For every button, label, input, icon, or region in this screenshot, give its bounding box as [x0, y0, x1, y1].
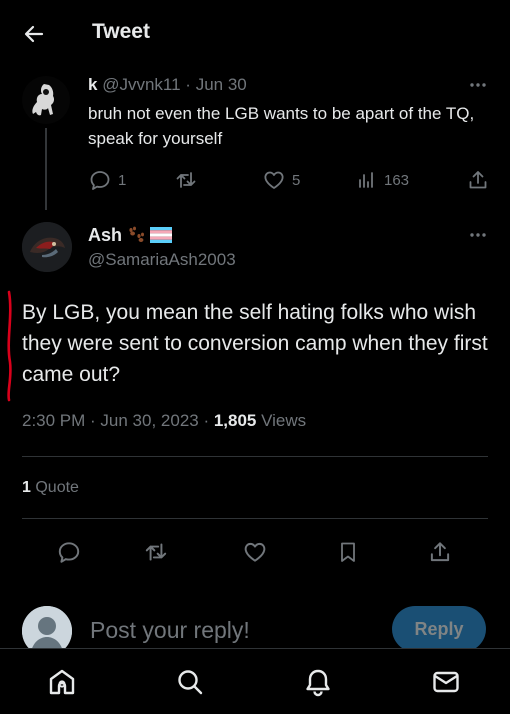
parent-tweet-text: bruh not even the LGB wants to be apart … [88, 104, 475, 148]
share-icon [469, 171, 487, 189]
paw-prints-emoji-icon [129, 226, 145, 242]
divider [22, 518, 488, 519]
bookmark-button[interactable] [332, 536, 364, 568]
parent-share-button[interactable] [466, 166, 490, 194]
notifications-icon [306, 669, 330, 697]
reply-icon [58, 542, 80, 563]
parent-views-button[interactable]: 163 [356, 166, 409, 194]
retweet-icon [145, 543, 167, 561]
view-count: 1,805 [213, 411, 257, 430]
tweet-timestamp: 2:30 PM · Jun 30, 2023 · 1,805 Views [22, 411, 306, 431]
like-button[interactable] [239, 536, 271, 568]
transgender-flag-emoji-icon [150, 227, 173, 243]
parent-like-button[interactable]: 5 [262, 166, 300, 194]
views-label: Views [256, 411, 307, 430]
author-handle[interactable]: @SamariaAsh2003 [88, 250, 236, 270]
parent-action-bar: 1 5 163 [88, 166, 488, 194]
quote-label: Quote [30, 479, 79, 496]
share-icon [430, 542, 450, 562]
views-icon [359, 172, 373, 188]
search-icon [178, 670, 203, 695]
meta-separator: · [185, 75, 191, 94]
back-arrow-icon [24, 25, 44, 43]
parent-avatar[interactable] [22, 76, 70, 124]
like-icon [244, 542, 266, 562]
parent-reply-button[interactable]: 1 [88, 166, 126, 194]
bottom-navigation [0, 648, 510, 714]
tweet-text: By LGB, you mean the self hating folks w… [22, 301, 488, 386]
top-bar: Tweet [0, 0, 510, 66]
home-icon [49, 669, 75, 695]
nav-search[interactable] [175, 667, 205, 697]
parent-author-handle[interactable]: @Jvvnk11 [102, 75, 180, 94]
parent-tweet-meta: k @Jvvnk11 · Jun 30 [88, 75, 247, 95]
tweet-action-bar [22, 536, 488, 568]
parent-tweet-date[interactable]: Jun 30 [196, 75, 247, 94]
thread-line [45, 128, 47, 210]
messages-icon [433, 671, 459, 693]
nav-home[interactable] [47, 667, 77, 697]
retweet-button[interactable] [140, 536, 172, 568]
author-avatar[interactable] [22, 222, 72, 272]
reply-input[interactable] [90, 614, 380, 646]
more-icon [470, 83, 486, 87]
back-button[interactable] [20, 20, 48, 48]
author-name-row[interactable]: Ash [88, 224, 173, 246]
parent-view-count: 163 [384, 171, 410, 189]
reply-button[interactable] [53, 536, 85, 568]
tweet-time[interactable]: 2:30 PM · Jun 30, 2023 · [22, 411, 214, 430]
bookmark-icon [341, 542, 355, 562]
more-icon [470, 233, 486, 237]
like-icon [264, 171, 284, 189]
red-annotation-mark [7, 290, 12, 402]
parent-author-name[interactable]: k [88, 75, 97, 94]
page-title: Tweet [92, 20, 150, 43]
author-name: Ash [88, 224, 123, 245]
parent-more-button[interactable] [466, 76, 490, 94]
share-button[interactable] [424, 536, 456, 568]
quote-count: 1 [22, 479, 31, 496]
reply-submit-button[interactable]: Reply [392, 606, 486, 652]
parent-like-count: 5 [292, 171, 301, 189]
retweet-icon [176, 172, 196, 188]
parent-retweet-button[interactable] [174, 166, 198, 194]
nav-notifications[interactable] [303, 667, 333, 697]
nav-messages[interactable] [431, 667, 461, 697]
parent-reply-count: 1 [118, 171, 127, 189]
quote-count-link[interactable]: 1 Quote [22, 479, 79, 497]
divider [22, 456, 488, 457]
tweet-more-button[interactable] [466, 226, 490, 244]
reply-icon [90, 171, 110, 190]
